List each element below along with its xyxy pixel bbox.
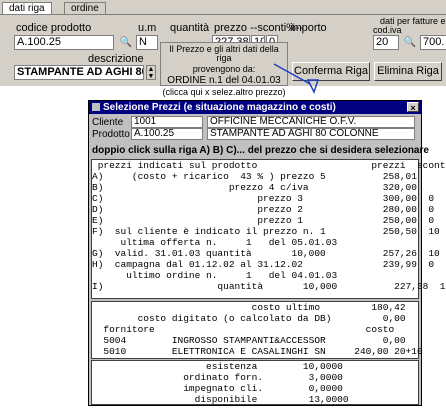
cod-iva-label: cod.iva: [373, 25, 402, 35]
price-row-f[interactable]: F) sul cliente è indicato il prezzo n. 1…: [92, 226, 440, 237]
prodotto-code-field: A.100.25: [131, 128, 203, 140]
extra-input[interactable]: 700.: [420, 35, 446, 50]
price-row-e[interactable]: E) prezzo 1 250,00 0: [92, 215, 434, 226]
binoculars-icon[interactable]: 🔍: [402, 35, 418, 50]
price-row-a[interactable]: A) (costo + ricarico 43 % ) prezzo 5 258…: [92, 171, 418, 182]
supplier-row: 5004 INGROSSO STAMPANTI&ACCESSOR 0,00: [92, 335, 406, 346]
offer-info: ultima offerta n. 1 del 05.01.03: [92, 237, 338, 248]
price-header: prezzi indicati sul prodotto prezzi scon…: [92, 160, 446, 171]
descrizione-input[interactable]: STAMPANTE AD AGHI 80: [14, 65, 144, 80]
codice-prodotto-input[interactable]: A.100.25: [14, 35, 114, 50]
quantita-label: quantità: [170, 22, 210, 34]
tooltip-line: Il Prezzo e gli altri dati della riga: [169, 44, 279, 63]
price-row-h[interactable]: H) campagna dal 01.12.02 al 31.12.02 239…: [92, 259, 434, 270]
tooltip-line: (clicca qui x selez.altro prezzo): [162, 87, 286, 97]
window-title: Selezione Prezzi (e situazione magazzino…: [103, 102, 336, 113]
stock-line: disponibile 13,0000: [92, 394, 349, 405]
price-row-d[interactable]: D) prezzo 2 280,00 0: [92, 204, 434, 215]
cliente-code-field: 1001: [131, 116, 203, 128]
um-input[interactable]: N: [136, 35, 158, 50]
order-line-form: dati riga ordine codice prodotto u.m qua…: [0, 0, 446, 97]
cost-line: fornitore costo: [92, 324, 395, 335]
stock-line: ordinato forn. 3,0000: [92, 372, 343, 383]
supplier-row: 5010 ELETTRONICA E CASALINGHI SN 240,00 …: [92, 346, 423, 357]
prodotto-name-field: STAMPANTE AD AGHI 80 COLONNE: [207, 128, 415, 140]
codice-prodotto-label: codice prodotto: [16, 22, 92, 34]
selezione-prezzi-window: Selezione Prezzi (e situazione magazzino…: [88, 100, 446, 406]
importo-label: importo: [290, 22, 327, 34]
price-row-g[interactable]: G) valid. 31.01.03 quantità 10,000 257,2…: [92, 248, 440, 259]
descrizione-label: descrizione: [88, 53, 144, 65]
elimina-riga-button[interactable]: Elimina Riga: [374, 62, 442, 81]
tooltip-line: ORDINE n.1 del 04.01.03: [167, 75, 281, 86]
tab-divider: [0, 14, 446, 15]
stock-line: esistenza 10,0000: [92, 361, 343, 372]
price-row-i[interactable]: I) quantità 10,000 227,38 10: [92, 281, 446, 292]
price-source-tooltip[interactable]: Il Prezzo e gli altri dati della riga pr…: [160, 42, 288, 97]
cost-panel: costo ultimo 180,42 costo digitato (o ca…: [91, 301, 423, 359]
order-info: ultimo ordine n. 1 del 04.01.03: [92, 270, 338, 281]
binoculars-icon[interactable]: 🔍: [118, 35, 134, 50]
window-titlebar[interactable]: Selezione Prezzi (e situazione magazzino…: [89, 101, 421, 114]
price-list: prezzi indicati sul prodotto prezzi scon…: [91, 159, 446, 299]
cliente-name-field: OFFICINE MECCANICHE O.F.V.: [207, 116, 415, 128]
um-label: u.m: [138, 22, 157, 34]
cost-line: costo digitato (o calcolato da DB) 0,00: [92, 313, 406, 324]
cost-line: costo ultimo 180,42: [92, 302, 406, 313]
tooltip-line: provengono da:: [192, 64, 256, 74]
price-row-b[interactable]: B) prezzo 4 c/iva 320,00: [92, 182, 418, 193]
cod-iva-input[interactable]: 20: [373, 35, 399, 50]
prodotto-label: Prodotto: [92, 129, 130, 140]
price-row-c[interactable]: C) prezzo 3 300,00 0: [92, 193, 434, 204]
cliente-label: Cliente: [92, 117, 124, 128]
stock-line: impegnato cli. 0,0000: [92, 383, 343, 394]
description-scrollbar[interactable]: ▲ ▼: [146, 65, 156, 80]
close-button[interactable]: ×: [407, 102, 419, 113]
stock-panel: esistenza 10,0000 ordinato forn. 3,0000 …: [91, 360, 419, 405]
arrow-icon: [273, 63, 320, 94]
instruction-text: doppio click sulla riga A) B) C)... del …: [92, 145, 429, 156]
app-icon: [92, 103, 100, 111]
